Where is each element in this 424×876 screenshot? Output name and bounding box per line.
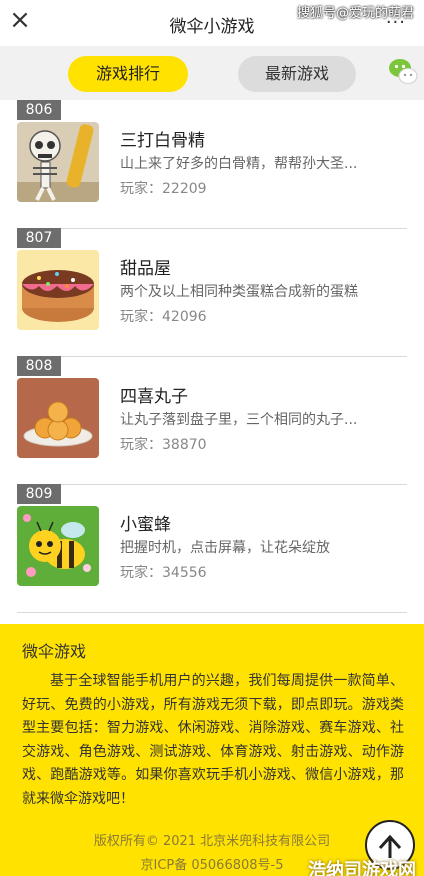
divider	[17, 612, 407, 613]
skeleton-thumb	[17, 122, 99, 202]
wechat-icon[interactable]	[388, 56, 418, 86]
game-name: 甜品屋	[120, 259, 171, 279]
divider	[17, 484, 407, 485]
list-item[interactable]: 807 甜品屋 两个及以上相同种类蛋糕合成新的蛋糕 玩家：42096	[0, 228, 424, 356]
player-count: 玩家：42096	[120, 309, 207, 325]
watermark-top: 搜狐号@爱玩的萌君	[296, 6, 414, 21]
copyright-text: 版权所有© 2021 北京米兜科技有限公司	[93, 834, 331, 849]
game-name: 三打白骨精	[120, 131, 205, 151]
list-item[interactable]: 809 小蜜蜂 把握时机，点击屏幕，让花朵绽放 玩家：34556	[0, 484, 424, 612]
game-name: 小蜜蜂	[120, 515, 171, 535]
game-thumbnail[interactable]	[17, 250, 99, 330]
footer: 微伞游戏 基于全球智能手机用户的兴趣，我们每周提供一款简单、好玩、免费的小游戏，…	[0, 624, 424, 876]
footer-description: 基于全球智能手机用户的兴趣，我们每周提供一款简单、好玩、免费的小游戏，所有游戏无…	[22, 673, 404, 807]
game-thumbnail[interactable]	[17, 122, 99, 202]
game-description: 两个及以上相同种类蛋糕合成新的蛋糕	[120, 284, 358, 300]
game-description: 把握时机，点击屏幕，让花朵绽放	[120, 540, 330, 556]
divider	[17, 228, 407, 229]
bee-thumb	[17, 506, 99, 586]
rank-badge: 806	[17, 100, 61, 120]
divider	[17, 356, 407, 357]
tab-bar: 游戏排行 最新游戏	[0, 46, 424, 100]
game-thumbnail[interactable]	[17, 378, 99, 458]
footer-title: 微伞游戏	[22, 642, 87, 661]
tab-new-games[interactable]: 最新游戏	[238, 56, 356, 92]
player-count: 玩家：34556	[120, 565, 207, 581]
player-count: 玩家：38870	[120, 437, 207, 453]
game-name: 四喜丸子	[120, 387, 188, 407]
top-bar: × 微伞小游戏 ··· 搜狐号@爱玩的萌君	[0, 0, 424, 46]
game-description: 山上来了好多的白骨精，帮帮孙大圣...	[120, 156, 358, 172]
rank-badge: 809	[17, 484, 61, 504]
meatball-thumb	[17, 378, 99, 458]
watermark-bottom: 浩纳司游戏网	[308, 860, 416, 876]
player-count: 玩家：22209	[120, 181, 207, 197]
list-item[interactable]: 808 四喜丸子 让丸子落到盘子里，三个相同的丸子... 玩家：38870	[0, 356, 424, 484]
cake-thumb	[17, 250, 99, 330]
game-thumbnail[interactable]	[17, 506, 99, 586]
rank-badge: 807	[17, 228, 61, 248]
list-item[interactable]: 806 三打白骨精 山上来了好多的白骨精，帮帮孙大圣... 玩家：22209	[0, 100, 424, 228]
game-description: 让丸子落到盘子里，三个相同的丸子...	[120, 412, 358, 428]
tab-game-ranking[interactable]: 游戏排行	[68, 56, 188, 92]
rank-badge: 808	[17, 356, 61, 376]
